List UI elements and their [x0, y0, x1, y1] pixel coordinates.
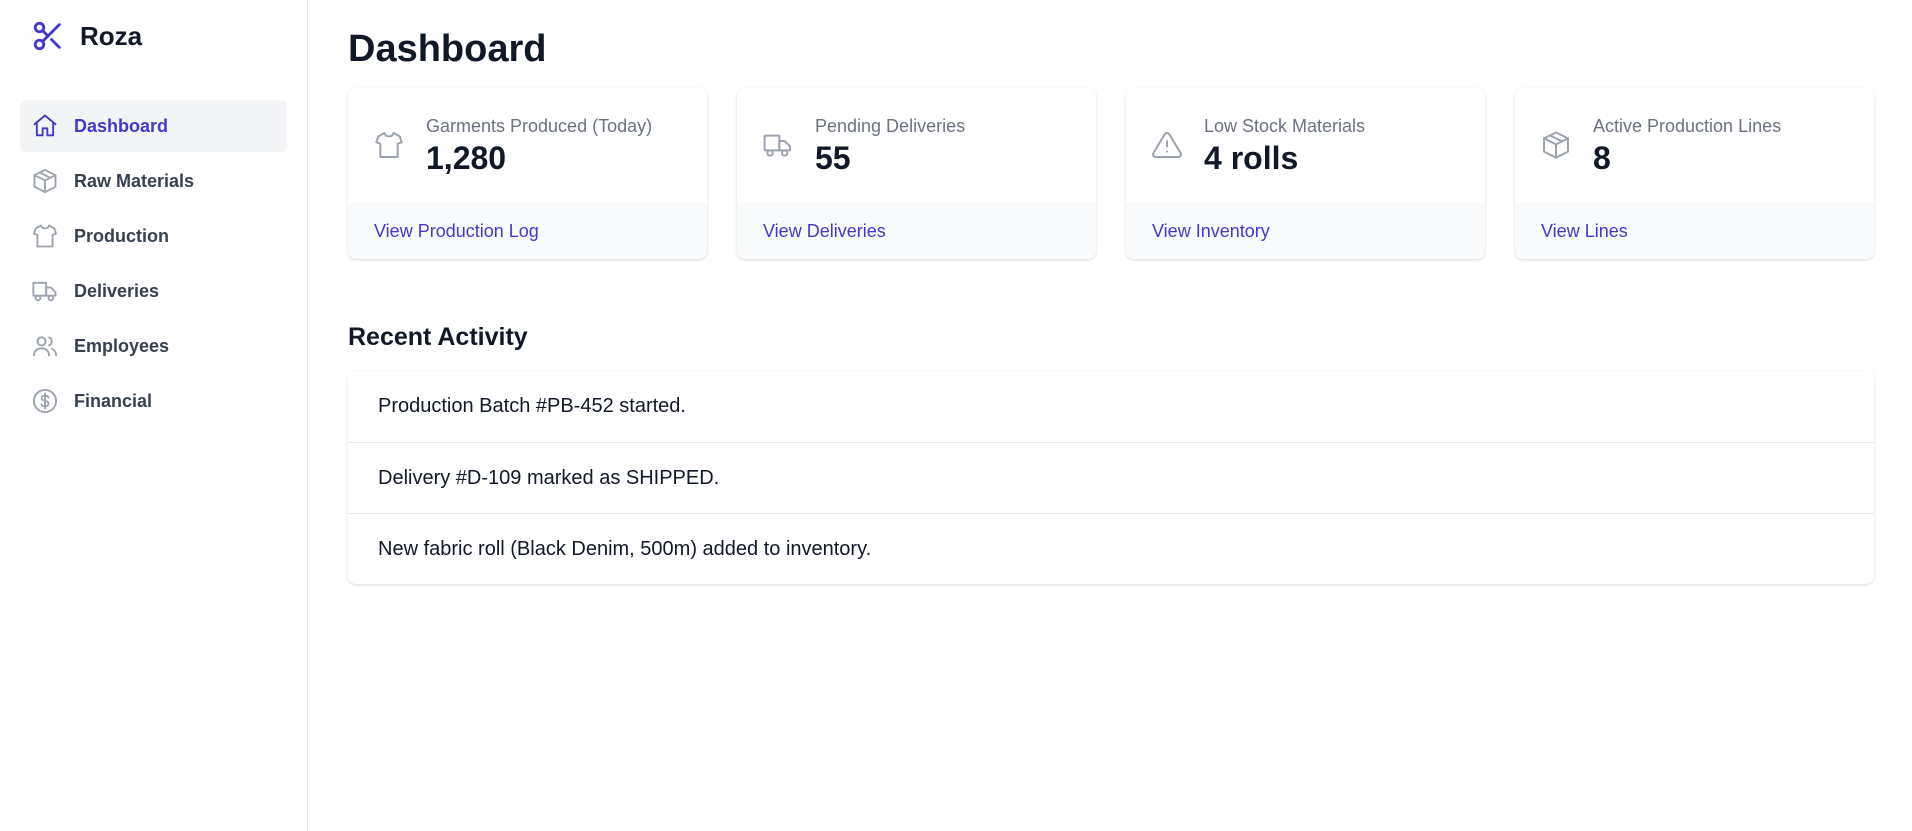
- sidebar-item-label: Employees: [74, 335, 170, 356]
- stat-label: Garments Produced (Today): [426, 116, 653, 136]
- stat-card-body: Active Production Lines 8: [1515, 88, 1874, 203]
- sidebar-item-label: Dashboard: [74, 115, 169, 136]
- dollar-circle-icon: [30, 386, 60, 416]
- sidebar-item-production[interactable]: Production: [20, 210, 287, 262]
- page-title: Dashboard: [348, 28, 547, 70]
- cube-icon: [30, 166, 60, 196]
- stat-card-deliveries: Pending Deliveries 55 View Deliveries: [737, 88, 1096, 259]
- stat-card-production-lines: Active Production Lines 8 View Lines: [1515, 88, 1874, 259]
- sidebar-item-label: Raw Materials: [74, 170, 195, 191]
- stat-card-footer: View Production Log: [348, 203, 707, 259]
- warning-icon: [1150, 128, 1184, 162]
- stat-label: Low Stock Materials: [1204, 116, 1366, 136]
- sidebar-item-label: Deliveries: [74, 280, 160, 301]
- stat-card-footer: View Deliveries: [737, 203, 1096, 259]
- shirt-icon: [372, 128, 406, 162]
- scissors-icon: [30, 18, 66, 54]
- list-item: Production Batch #PB-452 started.: [378, 395, 686, 417]
- truck-icon: [761, 128, 795, 162]
- stat-label: Active Production Lines: [1593, 116, 1782, 136]
- view-deliveries-link[interactable]: View Deliveries: [763, 221, 886, 242]
- stat-card-text: Garments Produced (Today) 1,280: [426, 114, 652, 178]
- view-production-log-link[interactable]: View Production Log: [374, 221, 539, 242]
- sidebar-item-employees[interactable]: Employees: [20, 320, 287, 372]
- stat-card-text: Active Production Lines 8: [1593, 114, 1781, 178]
- brand[interactable]: Roza: [20, 18, 287, 54]
- sidebar-item-label: Financial: [74, 390, 153, 411]
- app-root: Roza Dashboard Raw Materials Production …: [0, 0, 1912, 831]
- main-content: Dashboard Garments Produced (Today) 1,28…: [308, 0, 1912, 831]
- list-item: Delivery #D-109 marked as SHIPPED.: [348, 442, 1874, 513]
- home-icon: [30, 111, 60, 141]
- stat-value: 55: [815, 140, 851, 176]
- recent-activity-title: Recent Activity: [348, 323, 528, 351]
- stat-card-garments: Garments Produced (Today) 1,280 View Pro…: [348, 88, 707, 259]
- sidebar-item-label: Production: [74, 225, 169, 246]
- view-inventory-link[interactable]: View Inventory: [1152, 221, 1270, 242]
- recent-activity-list: Production Batch #PB-452 started. Delive…: [348, 371, 1874, 584]
- stat-value: 4 rolls: [1204, 140, 1299, 176]
- sidebar-item-dashboard[interactable]: Dashboard: [20, 100, 287, 152]
- shirt-icon: [30, 221, 60, 251]
- stat-card-text: Pending Deliveries 55: [815, 114, 965, 178]
- stat-value: 1,280: [426, 140, 507, 176]
- cube-icon: [1539, 128, 1573, 162]
- stat-card-body: Garments Produced (Today) 1,280: [348, 88, 707, 203]
- stat-card-body: Low Stock Materials 4 rolls: [1126, 88, 1485, 203]
- sidebar-item-deliveries[interactable]: Deliveries: [20, 265, 287, 317]
- stat-label: Pending Deliveries: [815, 116, 966, 136]
- sidebar-item-financial[interactable]: Financial: [20, 375, 287, 427]
- sidebar-item-raw-materials[interactable]: Raw Materials: [20, 155, 287, 207]
- stat-card-text: Low Stock Materials 4 rolls: [1204, 114, 1365, 178]
- stat-value: 8: [1593, 140, 1611, 176]
- list-item: New fabric roll (Black Denim, 500m) adde…: [348, 513, 1874, 584]
- truck-icon: [30, 276, 60, 306]
- sidebar: Roza Dashboard Raw Materials Production …: [0, 0, 308, 831]
- stat-card-footer: View Lines: [1515, 203, 1874, 259]
- brand-name: Roza: [80, 20, 143, 51]
- stat-cards: Garments Produced (Today) 1,280 View Pro…: [348, 88, 1874, 259]
- sidebar-nav: Dashboard Raw Materials Production Deliv…: [20, 100, 287, 427]
- stat-card-low-stock: Low Stock Materials 4 rolls View Invento…: [1126, 88, 1485, 259]
- stat-card-footer: View Inventory: [1126, 203, 1485, 259]
- view-lines-link[interactable]: View Lines: [1541, 221, 1628, 242]
- stat-card-body: Pending Deliveries 55: [737, 88, 1096, 203]
- users-icon: [30, 331, 60, 361]
